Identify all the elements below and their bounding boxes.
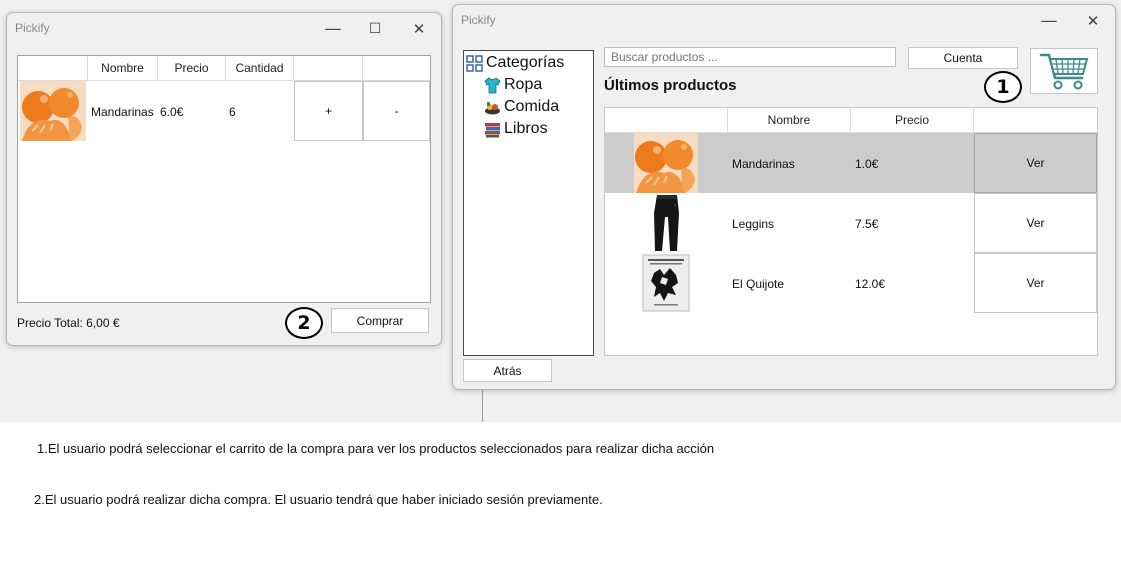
shirt-icon — [484, 76, 501, 93]
categories-tree: Categorías Ropa Comida Libros — [463, 50, 594, 356]
product-price: 7.5€ — [855, 217, 879, 231]
products-column-name: Nombre — [728, 108, 851, 133]
total-price: Precio Total: 6,00 € — [17, 316, 120, 330]
table-row[interactable]: Leggins 7.5€ Ver — [605, 193, 1097, 253]
cart-column-plus — [294, 56, 363, 81]
product-name: Leggins — [732, 217, 775, 231]
product-name: El Quijote — [732, 277, 785, 291]
tree-item-label: Categorías — [486, 54, 565, 71]
store-window-title: Pickify — [461, 13, 496, 27]
mandarin-image — [634, 133, 698, 193]
table-row[interactable]: Mandarinas 1.0€ Ver — [605, 133, 1097, 193]
product-price: 1.0€ — [855, 157, 879, 171]
store-window: Pickify — ✕ Categorías Ropa Comida Libro… — [452, 4, 1116, 390]
view-product-button[interactable]: Ver — [974, 253, 1097, 313]
section-title: Últimos productos — [604, 77, 737, 94]
cart-column-minus — [363, 56, 430, 81]
increase-quantity-button[interactable]: + — [294, 81, 363, 141]
view-product-button[interactable]: Ver — [974, 133, 1097, 193]
cart-column-name: Nombre — [88, 56, 158, 81]
back-button[interactable]: Atrás — [463, 359, 552, 382]
food-icon — [485, 101, 500, 114]
caption-1: 1.El usuario podrá seleccionar el carrit… — [37, 441, 715, 456]
tree-item-ropa[interactable]: Ropa — [484, 76, 542, 94]
account-button[interactable]: Cuenta — [908, 47, 1018, 69]
decrease-quantity-button[interactable]: - — [363, 81, 430, 141]
tree-item-label: Ropa — [504, 76, 543, 93]
book-image — [634, 253, 698, 313]
products-table: Nombre Precio Mandarinas 1.0€ Ver Leggin… — [604, 107, 1098, 356]
cart-item-price: 6.0€ — [160, 105, 184, 119]
cart-window: Pickify — ☐ ✕ Nombre Precio Cantidad Man… — [6, 12, 442, 346]
cart-item-quantity: 6 — [229, 105, 236, 119]
product-name: Mandarinas — [732, 157, 795, 171]
tree-item-libros[interactable]: Libros — [484, 120, 548, 138]
tree-item-comida[interactable]: Comida — [484, 98, 559, 116]
view-product-button[interactable]: Ver — [974, 193, 1097, 253]
cart-table: Nombre Precio Cantidad Mandarinas 6.0€ 6… — [17, 55, 431, 303]
cart-column-price: Precio — [158, 56, 226, 81]
search-input[interactable] — [604, 47, 896, 67]
products-column-image — [605, 108, 728, 133]
close-button[interactable]: ✕ — [1073, 7, 1113, 35]
shopping-cart-icon — [1039, 53, 1089, 90]
mandarin-image — [20, 81, 86, 141]
tree-item-label: Comida — [504, 98, 560, 115]
maximize-button[interactable]: ☐ — [355, 15, 395, 43]
categories-icon — [466, 54, 483, 72]
cart-item-name: Mandarinas — [91, 105, 154, 119]
table-row[interactable]: El Quijote 12.0€ Ver — [605, 253, 1097, 313]
books-icon — [485, 122, 500, 137]
products-column-price: Precio — [851, 108, 974, 133]
cart-column-image — [18, 56, 88, 81]
products-column-action — [974, 108, 1097, 133]
tree-item-categorias[interactable]: Categorías — [466, 54, 564, 72]
cart-button[interactable] — [1030, 48, 1098, 94]
annotation-badge-1: 1 — [984, 71, 1022, 103]
cart-column-quantity: Cantidad — [226, 56, 294, 81]
caption-2: 2.El usuario podrá realizar dicha compra… — [34, 492, 603, 507]
close-button[interactable]: ✕ — [399, 15, 439, 43]
buy-button[interactable]: Comprar — [331, 308, 429, 333]
annotation-badge-2: 2 — [285, 307, 323, 339]
leggings-image — [634, 193, 698, 253]
minimize-button[interactable]: — — [313, 15, 353, 43]
minimize-button[interactable]: — — [1029, 7, 1069, 35]
product-price: 12.0€ — [855, 277, 886, 291]
tree-item-label: Libros — [504, 120, 548, 137]
cart-window-title: Pickify — [15, 21, 50, 35]
